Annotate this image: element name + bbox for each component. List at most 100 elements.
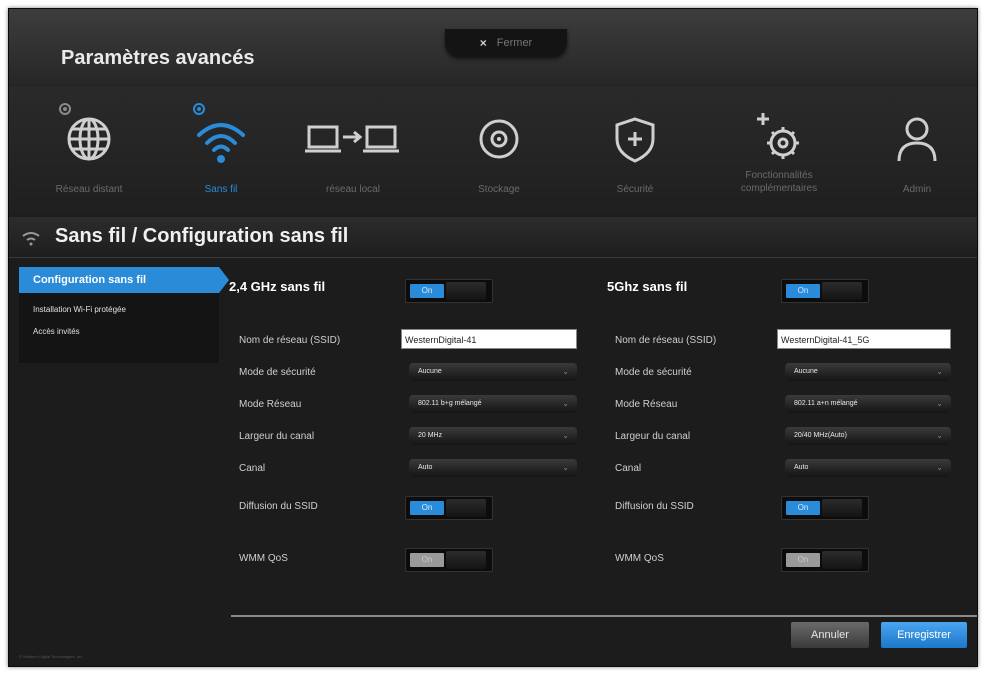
chevron-down-icon: ⌄ bbox=[936, 431, 943, 440]
mode-label: Mode Réseau bbox=[239, 399, 302, 410]
nav-label: Stockage bbox=[478, 184, 520, 195]
ssid-label: Nom de réseau (SSID) bbox=[615, 335, 717, 346]
band24-security-select[interactable]: Aucune ⌄ bbox=[409, 363, 577, 381]
nav-label: Sécurité bbox=[616, 184, 654, 195]
wifi-small-icon bbox=[22, 232, 40, 246]
nav-label: Sans fil bbox=[204, 184, 238, 195]
band24-mode-select[interactable]: 802.11 b+g mélangé ⌄ bbox=[409, 395, 577, 413]
band5-channel-select[interactable]: Auto ⌄ bbox=[785, 459, 951, 477]
wmm-label: WMM QoS bbox=[239, 553, 288, 564]
toggle-state: On bbox=[410, 501, 444, 515]
sidebar-item-wps[interactable]: Installation Wi-Fi protégée bbox=[19, 299, 219, 321]
width-label: Largeur du canal bbox=[615, 431, 691, 442]
nav-admin[interactable]: Admin bbox=[847, 87, 977, 215]
gear-icon bbox=[193, 103, 205, 115]
band24-width-select[interactable]: 20 MHz ⌄ bbox=[409, 427, 577, 445]
band5-security-select[interactable]: Aucune ⌄ bbox=[785, 363, 951, 381]
chevron-down-icon: ⌄ bbox=[562, 399, 569, 408]
toggle-track bbox=[446, 282, 486, 300]
cancel-button[interactable]: Annuler bbox=[791, 622, 869, 648]
sidebar-item-wireless-config[interactable]: Configuration sans fil bbox=[19, 267, 229, 293]
section-header: Sans fil / Configuration sans fil bbox=[9, 217, 977, 258]
category-nav: Réseau distant Sans fil réseau local Sto… bbox=[9, 87, 977, 215]
channel-label: Canal bbox=[239, 463, 266, 474]
chevron-down-icon: ⌄ bbox=[936, 367, 943, 376]
sidebar-item-guest-access[interactable]: Accès invités bbox=[19, 321, 219, 343]
toggle-state: On bbox=[786, 284, 820, 298]
select-value: Aucune bbox=[418, 368, 442, 375]
chevron-down-icon: ⌄ bbox=[562, 431, 569, 440]
wmm-label: WMM QoS bbox=[615, 553, 664, 564]
select-value: 802.11 a+n mélangé bbox=[794, 400, 858, 407]
select-value: 802.11 b+g mélangé bbox=[418, 400, 482, 407]
close-label: Fermer bbox=[496, 37, 533, 49]
page-title: Sans fil / Configuration sans fil bbox=[55, 225, 349, 247]
band24-channel-select[interactable]: Auto ⌄ bbox=[409, 459, 577, 477]
band24-broadcast-toggle[interactable]: On bbox=[405, 496, 493, 520]
band5-ssid-input[interactable]: WesternDigital-41_5G bbox=[777, 329, 951, 349]
globe-icon bbox=[67, 117, 111, 161]
band24-wmm-toggle[interactable]: On bbox=[405, 548, 493, 572]
header-bar: Paramètres avancés × Fermer bbox=[9, 9, 977, 87]
toggle-track bbox=[822, 499, 862, 517]
band5-wmm-toggle[interactable]: On bbox=[781, 548, 869, 572]
band5-width-select[interactable]: 20/40 MHz(Auto) ⌄ bbox=[785, 427, 951, 445]
save-button[interactable]: Enregistrer bbox=[881, 622, 967, 648]
network-transfer-icon bbox=[305, 125, 399, 153]
close-button[interactable]: × Fermer bbox=[445, 29, 567, 57]
channel-label: Canal bbox=[615, 463, 642, 474]
band24-toggle[interactable]: On bbox=[405, 279, 493, 303]
chevron-down-icon: ⌄ bbox=[562, 463, 569, 472]
select-value: Auto bbox=[418, 464, 433, 471]
band24-ssid-input[interactable]: WesternDigital-41 bbox=[401, 329, 577, 349]
settings-window: Paramètres avancés × Fermer Réseau dista… bbox=[8, 8, 978, 667]
shield-icon bbox=[615, 117, 655, 163]
sidebar: Configuration sans fil Installation Wi-F… bbox=[19, 267, 229, 363]
nav-local-network[interactable]: réseau local bbox=[283, 87, 423, 215]
nav-extra-features[interactable]: Fonctionnalités complémentaires bbox=[709, 87, 849, 215]
width-label: Largeur du canal bbox=[239, 431, 315, 442]
chevron-down-icon: ⌄ bbox=[936, 399, 943, 408]
nav-wireless[interactable]: Sans fil bbox=[151, 87, 291, 215]
close-icon: × bbox=[479, 36, 487, 50]
nav-label: Réseau distant bbox=[55, 184, 123, 195]
toggle-state: On bbox=[786, 501, 820, 515]
toggle-state: On bbox=[786, 553, 820, 567]
band5-mode-select[interactable]: 802.11 a+n mélangé ⌄ bbox=[785, 395, 951, 413]
select-value: Auto bbox=[794, 464, 809, 471]
ssid-label: Nom de réseau (SSID) bbox=[239, 335, 341, 346]
security-label: Mode de sécurité bbox=[239, 367, 316, 378]
gears-icon bbox=[757, 113, 799, 159]
nav-remote-network[interactable]: Réseau distant bbox=[19, 87, 159, 215]
broadcast-label: Diffusion du SSID bbox=[239, 501, 318, 512]
band5-title: 5Ghz sans fil bbox=[607, 279, 688, 294]
toggle-track bbox=[822, 551, 862, 569]
nav-security[interactable]: Sécurité bbox=[565, 87, 705, 215]
toggle-track bbox=[822, 282, 862, 300]
band5-broadcast-toggle[interactable]: On bbox=[781, 496, 869, 520]
divider bbox=[231, 615, 977, 617]
select-value: Aucune bbox=[794, 368, 818, 375]
select-value: 20 MHz bbox=[418, 432, 443, 439]
chevron-down-icon: ⌄ bbox=[562, 367, 569, 376]
toggle-state: On bbox=[410, 284, 444, 298]
app-title: Paramètres avancés bbox=[61, 47, 255, 69]
nav-label: Fonctionnalités complémentaires bbox=[740, 170, 818, 194]
nav-label: réseau local bbox=[326, 184, 380, 195]
gear-icon bbox=[59, 103, 71, 115]
nav-label: Admin bbox=[902, 184, 932, 195]
broadcast-label: Diffusion du SSID bbox=[615, 501, 694, 512]
band5-toggle[interactable]: On bbox=[781, 279, 869, 303]
chevron-down-icon: ⌄ bbox=[936, 463, 943, 472]
disk-icon bbox=[479, 119, 519, 159]
toggle-state: On bbox=[410, 553, 444, 567]
wifi-icon bbox=[197, 123, 245, 163]
nav-storage[interactable]: Stockage bbox=[429, 87, 569, 215]
select-value: 20/40 MHz(Auto) bbox=[794, 432, 847, 439]
security-label: Mode de sécurité bbox=[615, 367, 692, 378]
user-icon bbox=[897, 117, 937, 162]
toggle-track bbox=[446, 499, 486, 517]
mode-label: Mode Réseau bbox=[615, 399, 678, 410]
band24-title: 2,4 GHz sans fil bbox=[229, 279, 326, 294]
copyright: © Western Digital Technologies, Inc. bbox=[19, 654, 84, 659]
